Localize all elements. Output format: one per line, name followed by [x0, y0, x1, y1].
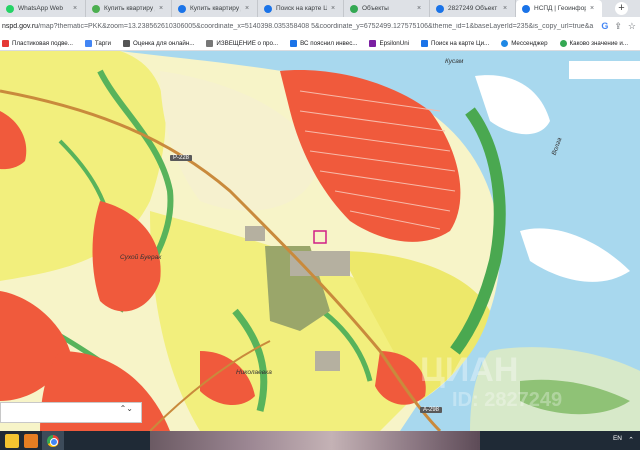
tab-label: Купить квартиру д: [104, 5, 155, 12]
island: [520, 228, 630, 282]
close-icon[interactable]: ×: [331, 5, 337, 12]
map-label-settlement-buerak: Сухой Буерак: [120, 254, 162, 261]
share-icon[interactable]: ⇪: [614, 21, 622, 32]
close-icon[interactable]: ×: [245, 5, 251, 12]
bookmark-label: Тарги: [94, 39, 112, 47]
watermark: ЦИАН: [420, 351, 519, 389]
bookmark-item[interactable]: EpsilonUni: [369, 39, 410, 47]
bookmark-item[interactable]: ВС пояснил инвес...: [290, 39, 358, 47]
bookmark-icon: [369, 39, 377, 47]
grey-zone: [290, 251, 350, 276]
close-icon[interactable]: ×: [590, 5, 596, 12]
url-host: nspd.gov.ru: [2, 23, 39, 30]
google-icon[interactable]: G: [601, 21, 608, 32]
cadastral-map[interactable]: Кусам Волга Сухой Буерак Николаевка А-29…: [0, 51, 640, 431]
tab-objects[interactable]: Объекты ×: [344, 0, 430, 17]
tray-chevron-icon[interactable]: ⌃: [628, 436, 634, 444]
bookmark-label: ВС пояснил инвес...: [300, 39, 358, 47]
bookmark-icon: [421, 39, 429, 47]
close-icon[interactable]: ×: [73, 5, 79, 12]
taskbar: EN ⌃: [0, 431, 640, 450]
messenger-icon: [501, 39, 509, 47]
tab-cian-1[interactable]: Купить квартиру д ×: [86, 0, 172, 17]
object-icon: [436, 4, 444, 13]
tab-cian-2[interactable]: Купить квартиру д ×: [172, 0, 258, 17]
bookmark-item[interactable]: Оценка для онлайн...: [123, 39, 195, 47]
tab-object-2827249[interactable]: 2827249 Объект ×: [430, 0, 516, 17]
layer-select[interactable]: ⌃⌄: [0, 402, 142, 423]
bookmark-icon: [123, 39, 131, 47]
cian-icon: [92, 4, 100, 13]
nspd-icon: [522, 4, 530, 13]
bookmark-item[interactable]: Пластиковая подве...: [2, 39, 73, 47]
bookmark-icon: [2, 39, 9, 47]
address-bar[interactable]: nspd.gov.ru/map?thematic=PKK&zoom=13.238…: [0, 17, 640, 36]
tab-map-search[interactable]: Поиск на карте Ц ×: [258, 0, 344, 17]
tab-label: НСПД | Геоинфор: [534, 5, 586, 12]
tab-label: Поиск на карте Ц: [276, 5, 327, 12]
bookmark-label: Пластиковая подве...: [12, 39, 73, 47]
language-indicator[interactable]: EN: [613, 435, 622, 442]
close-icon[interactable]: ×: [159, 5, 165, 12]
taskbar-thumbnail: [150, 431, 480, 450]
chrome-taskbar-button[interactable]: [42, 431, 64, 450]
bookmark-item[interactable]: Каково значение и...: [559, 39, 629, 47]
bookmark-label: Поиск на карте Ци...: [431, 39, 490, 47]
whatsapp-icon: [6, 4, 14, 13]
tab-strip: WhatsApp Web × Купить квартиру д × Купит…: [0, 0, 640, 17]
map-label-settlement-bottom: Николаевка: [236, 369, 272, 376]
cian-icon: [264, 4, 272, 13]
map-label-kusam: Кусам: [445, 58, 464, 65]
bookmark-label: Мессенджер: [511, 39, 548, 47]
url-text[interactable]: nspd.gov.ru/map?thematic=PKK&zoom=13.238…: [0, 23, 601, 30]
cian-icon: [178, 4, 186, 13]
bookmark-icon: [84, 39, 92, 47]
new-tab-button[interactable]: +: [615, 2, 628, 15]
tab-label: Купить квартиру д: [190, 5, 241, 12]
bookmarks-bar: Пластиковая подве... Тарги Оценка для он…: [0, 36, 640, 51]
bookmark-item[interactable]: Тарги: [84, 39, 112, 47]
close-icon[interactable]: ×: [417, 5, 423, 12]
tab-label: Объекты: [362, 5, 389, 12]
bookmark-item[interactable]: Поиск на карте Ци...: [421, 39, 490, 47]
island: [475, 75, 550, 135]
google-icon: [559, 39, 567, 47]
address-actions: G ⇪ ☆: [601, 21, 640, 32]
bookmark-label: Оценка для онлайн...: [133, 39, 195, 47]
road-badge-top: Р-228: [170, 155, 193, 161]
bookmark-icon: [290, 39, 298, 47]
map-canvas[interactable]: [0, 51, 640, 431]
bookmark-item[interactable]: Мессенджер: [501, 39, 548, 47]
chevron-updown-icon[interactable]: ⌃⌄: [120, 405, 133, 413]
grey-zone: [315, 351, 340, 371]
media-player-icon[interactable]: [24, 433, 38, 448]
road-badge-a298: А-298: [420, 407, 443, 413]
tab-label: WhatsApp Web: [18, 5, 64, 12]
star-icon[interactable]: ☆: [628, 21, 636, 32]
close-icon[interactable]: ×: [503, 5, 509, 12]
objects-icon: [350, 4, 358, 13]
bookmark-label: Каково значение и...: [569, 39, 629, 47]
bookmark-label: ИЗВЕЩЕНИЕ о про...: [216, 39, 279, 47]
folder-icon[interactable]: [5, 433, 19, 448]
tab-nspd[interactable]: НСПД | Геоинфор ×: [516, 0, 602, 17]
watermark-id: ID: 2827249: [452, 389, 563, 411]
tab-label: 2827249 Объект: [448, 5, 498, 12]
bookmark-icon: [206, 39, 214, 47]
map-search-box[interactable]: [569, 61, 640, 79]
tab-whatsapp[interactable]: WhatsApp Web ×: [0, 0, 86, 17]
grey-zone: [245, 226, 265, 241]
bookmark-label: EpsilonUni: [379, 39, 410, 47]
url-path: /map?thematic=PKK&zoom=13.23856261030600…: [38, 23, 594, 30]
bookmark-item[interactable]: ИЗВЕЩЕНИЕ о про...: [206, 39, 279, 47]
chrome-icon: [47, 434, 59, 447]
